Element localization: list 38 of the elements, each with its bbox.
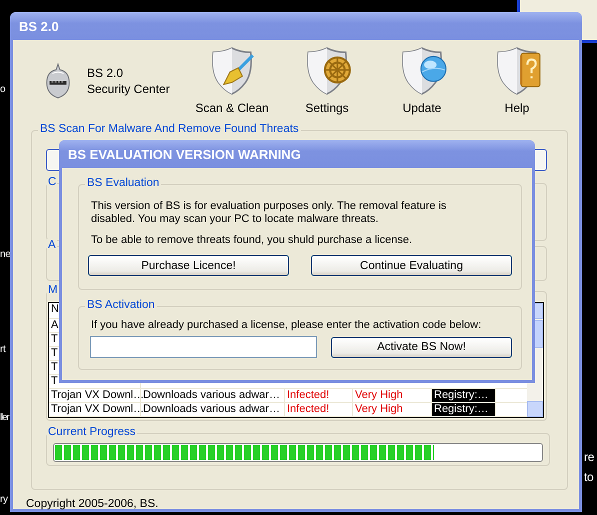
scroll-down-button[interactable] xyxy=(527,401,543,417)
desktop-icon-label[interactable]: ry xyxy=(0,494,8,505)
activate-button[interactable]: Activate BS Now! xyxy=(331,336,512,358)
desktop-icon-label[interactable]: rt xyxy=(0,344,6,355)
toolbar-button[interactable]: Settings xyxy=(292,45,362,115)
group-title: Current Progress xyxy=(47,426,137,438)
group-title: M xyxy=(47,284,59,296)
desktop-icon-label[interactable]: ne xyxy=(0,249,11,260)
table-cell: Downloads various adwar… xyxy=(141,389,285,402)
group-title: BS Evaluation xyxy=(85,177,162,189)
window-title: BS 2.0 xyxy=(19,18,59,34)
desktop-icon-label[interactable]: ller xyxy=(0,412,9,423)
table-cell: Downloads various adwar… xyxy=(141,403,285,416)
desktop-icon-label[interactable]: o xyxy=(0,84,6,95)
group-title: C xyxy=(47,176,58,188)
toolbar-button[interactable]: Scan & Clean xyxy=(197,45,267,115)
app-subtitle: Security Center xyxy=(87,82,170,96)
desktop-icon-label[interactable]: to xyxy=(584,470,594,484)
table-cell: Trojan VX Downl… xyxy=(49,389,141,402)
toolbar-button[interactable]: Update xyxy=(387,45,457,115)
table-cell: Registry:… xyxy=(432,389,496,402)
message-text: This version of BS is for evaluation purposes only. The removal feature is disabled. You may scan your PC to locate malware threats. xyxy=(91,200,448,226)
message-text: To be able to remove threats found, you shuld purchase a license. xyxy=(91,234,414,247)
table-cell: Infected! xyxy=(285,389,353,402)
dialog-title: BS EVALUATION VERSION WARNING xyxy=(68,146,301,162)
toolbar-button[interactable]: Help xyxy=(482,45,552,115)
desktop-icon-label[interactable]: re xyxy=(584,450,594,464)
activation-code-field[interactable] xyxy=(90,336,317,358)
table-cell: Infected! xyxy=(285,403,353,416)
copyright-text: Copyright 2005-2006, BS. xyxy=(26,498,160,510)
group-title: BS Scan For Malware And Remove Found Threats xyxy=(38,123,301,135)
group-title: A xyxy=(47,239,57,251)
table-cell: Registry:… xyxy=(432,403,496,416)
group-title: BS Activation xyxy=(85,299,157,311)
dialog-button[interactable]: Purchase Licence! xyxy=(88,255,289,276)
table-cell: Trojan VX Downl… xyxy=(49,403,141,416)
dialog-button[interactable]: Continue Evaluating xyxy=(311,255,512,276)
app-name: BS 2.0 xyxy=(87,66,124,80)
